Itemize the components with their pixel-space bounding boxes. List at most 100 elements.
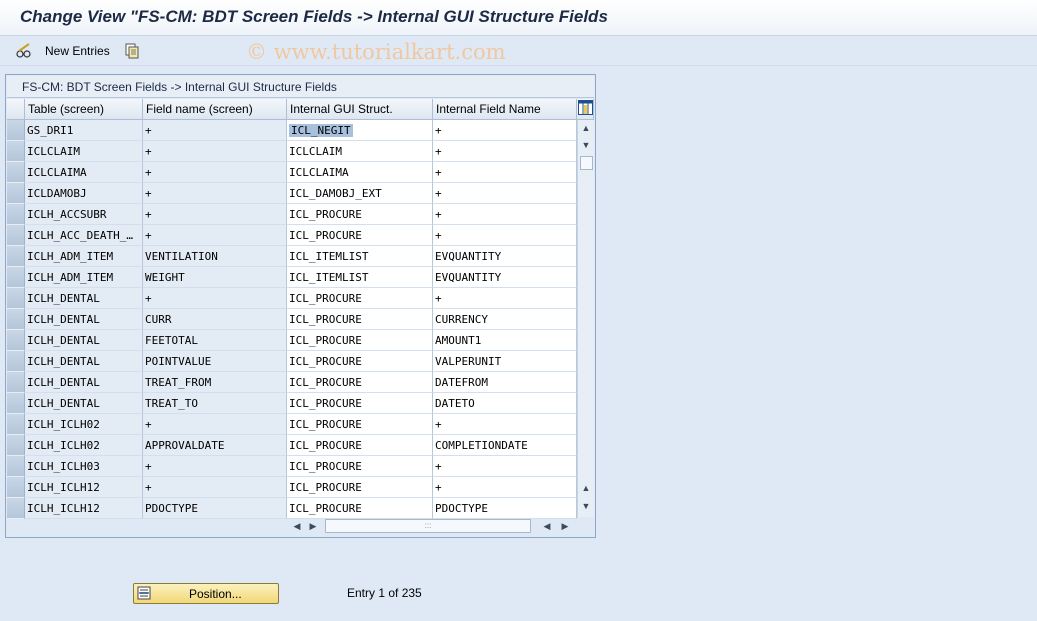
table-row: ICLH_ICLH02 + ICL_PROCURE + <box>7 414 577 435</box>
cell-table: ICLH_ADM_ITEM <box>25 246 143 267</box>
cell-internal-field[interactable]: DATETO <box>433 393 577 414</box>
copy-icon[interactable] <box>123 42 141 60</box>
cell-gui-struct[interactable]: ICL_PROCURE <box>287 435 433 456</box>
cell-internal-field[interactable]: DATEFROM <box>433 372 577 393</box>
cell-table: ICLH_ICLH02 <box>25 435 143 456</box>
cell-table: ICLH_ACC_DEATH_… <box>25 225 143 246</box>
row-selector[interactable] <box>7 309 25 330</box>
cell-gui-struct[interactable]: ICL_PROCURE <box>287 414 433 435</box>
watermark: © www.tutorialkart.com <box>246 40 506 64</box>
table-row: ICLH_DENTAL FEETOTAL ICL_PROCURE AMOUNT1 <box>7 330 577 351</box>
table-row: ICLH_DENTAL + ICL_PROCURE + <box>7 288 577 309</box>
new-entries-button[interactable]: New Entries <box>45 44 110 58</box>
row-selector[interactable] <box>7 225 25 246</box>
cell-gui-struct[interactable]: ICL_PROCURE <box>287 477 433 498</box>
row-selector[interactable] <box>7 393 25 414</box>
row-selector[interactable] <box>7 414 25 435</box>
cell-gui-struct[interactable]: ICL_PROCURE <box>287 225 433 246</box>
column-header-internal-field[interactable]: Internal Field Name <box>433 99 577 120</box>
cell-internal-field[interactable]: + <box>433 120 577 141</box>
cell-internal-field[interactable]: VALPERUNIT <box>433 351 577 372</box>
cell-gui-struct[interactable]: ICL_PROCURE <box>287 393 433 414</box>
column-header-table[interactable]: Table (screen) <box>25 99 143 120</box>
cell-gui-struct[interactable]: ICL_ITEMLIST <box>287 246 433 267</box>
row-selector[interactable] <box>7 456 25 477</box>
row-selector[interactable] <box>7 204 25 225</box>
cell-internal-field[interactable]: CURRENCY <box>433 309 577 330</box>
row-selector[interactable] <box>7 267 25 288</box>
cell-gui-struct[interactable]: ICL_PROCURE <box>287 351 433 372</box>
table-row: ICLH_ICLH03 + ICL_PROCURE + <box>7 456 577 477</box>
scroll-end-right-icon[interactable]: ▶ <box>559 519 571 533</box>
table-settings-icon[interactable] <box>577 99 594 120</box>
cell-internal-field[interactable]: + <box>433 456 577 477</box>
cell-table: ICLH_DENTAL <box>25 288 143 309</box>
scroll-right-icon[interactable]: ▶ <box>307 519 319 533</box>
column-header-field-name[interactable]: Field name (screen) <box>143 99 287 120</box>
scroll-page-down-icon[interactable]: ▼ <box>581 500 591 512</box>
table-row: ICLDAMOBJ + ICL_DAMOBJ_EXT + <box>7 183 577 204</box>
row-selector[interactable] <box>7 372 25 393</box>
cell-gui-struct[interactable]: ICLCLAIMA <box>287 162 433 183</box>
select-all-header[interactable] <box>7 99 25 120</box>
cell-internal-field[interactable]: + <box>433 183 577 204</box>
cell-gui-struct[interactable]: ICL_PROCURE <box>287 330 433 351</box>
pencil-glasses-icon[interactable] <box>15 42 33 60</box>
cell-gui-struct[interactable]: ICL_PROCURE <box>287 372 433 393</box>
row-selector[interactable] <box>7 351 25 372</box>
row-selector[interactable] <box>7 183 25 204</box>
cell-internal-field[interactable]: + <box>433 162 577 183</box>
horizontal-scrollbar[interactable]: ◀ ▶ ::: ◀ ▶ <box>289 518 576 534</box>
row-selector[interactable] <box>7 162 25 183</box>
scroll-up-icon[interactable]: ▲ <box>581 122 591 134</box>
table-row: ICLCLAIMA + ICLCLAIMA + <box>7 162 577 183</box>
cell-gui-struct[interactable]: ICL_PROCURE <box>287 204 433 225</box>
cell-gui-struct[interactable]: ICLCLAIM <box>287 141 433 162</box>
cell-internal-field[interactable]: + <box>433 477 577 498</box>
cell-gui-struct[interactable]: ICL_DAMOBJ_EXT <box>287 183 433 204</box>
row-selector[interactable] <box>7 141 25 162</box>
scroll-down-icon[interactable]: ▼ <box>581 139 591 151</box>
cell-internal-field[interactable]: + <box>433 288 577 309</box>
cell-internal-field[interactable]: AMOUNT1 <box>433 330 577 351</box>
cell-internal-field[interactable]: + <box>433 141 577 162</box>
cell-internal-field[interactable]: EVQUANTITY <box>433 267 577 288</box>
cell-gui-struct[interactable]: ICL_PROCURE <box>287 309 433 330</box>
vertical-scrollbar[interactable]: ▲ ▼ ▲ ▼ <box>577 120 594 517</box>
row-selector[interactable] <box>7 477 25 498</box>
cell-field-name: + <box>143 141 287 162</box>
cell-internal-field[interactable]: + <box>433 204 577 225</box>
row-selector[interactable] <box>7 498 25 519</box>
cell-internal-field[interactable]: EVQUANTITY <box>433 246 577 267</box>
row-selector[interactable] <box>7 246 25 267</box>
scroll-page-up-icon[interactable]: ▲ <box>581 482 591 494</box>
row-selector[interactable] <box>7 288 25 309</box>
position-button[interactable]: Position... <box>133 583 279 604</box>
scroll-end-left-icon[interactable]: ◀ <box>541 519 553 533</box>
cell-gui-struct[interactable]: ICL_NEGIT <box>287 120 433 141</box>
cell-internal-field[interactable]: + <box>433 225 577 246</box>
cell-gui-struct[interactable]: ICL_ITEMLIST <box>287 267 433 288</box>
row-selector[interactable] <box>7 330 25 351</box>
panel-title: FS-CM: BDT Screen Fields -> Internal GUI… <box>7 76 594 98</box>
cell-internal-field[interactable]: COMPLETIONDATE <box>433 435 577 456</box>
cell-field-name: PDOCTYPE <box>143 498 287 519</box>
cell-field-name: TREAT_TO <box>143 393 287 414</box>
scroll-track[interactable]: ::: <box>325 519 531 533</box>
scroll-left-icon[interactable]: ◀ <box>291 519 303 533</box>
cell-gui-struct[interactable]: ICL_PROCURE <box>287 456 433 477</box>
cell-internal-field[interactable]: + <box>433 414 577 435</box>
column-header-gui-struct[interactable]: Internal GUI Struct. <box>287 99 433 120</box>
table-row: ICLH_ICLH12 PDOCTYPE ICL_PROCURE PDOCTYPE <box>7 498 577 519</box>
cell-internal-field[interactable]: PDOCTYPE <box>433 498 577 519</box>
cell-field-name: + <box>143 225 287 246</box>
cell-field-name: WEIGHT <box>143 267 287 288</box>
row-selector[interactable] <box>7 120 25 141</box>
cell-field-name: + <box>143 183 287 204</box>
table-row: ICLH_ACC_DEATH_… + ICL_PROCURE + <box>7 225 577 246</box>
cell-gui-struct[interactable]: ICL_PROCURE <box>287 498 433 519</box>
row-selector[interactable] <box>7 435 25 456</box>
scroll-thumb[interactable] <box>580 156 593 170</box>
cell-field-name: + <box>143 204 287 225</box>
cell-gui-struct[interactable]: ICL_PROCURE <box>287 288 433 309</box>
